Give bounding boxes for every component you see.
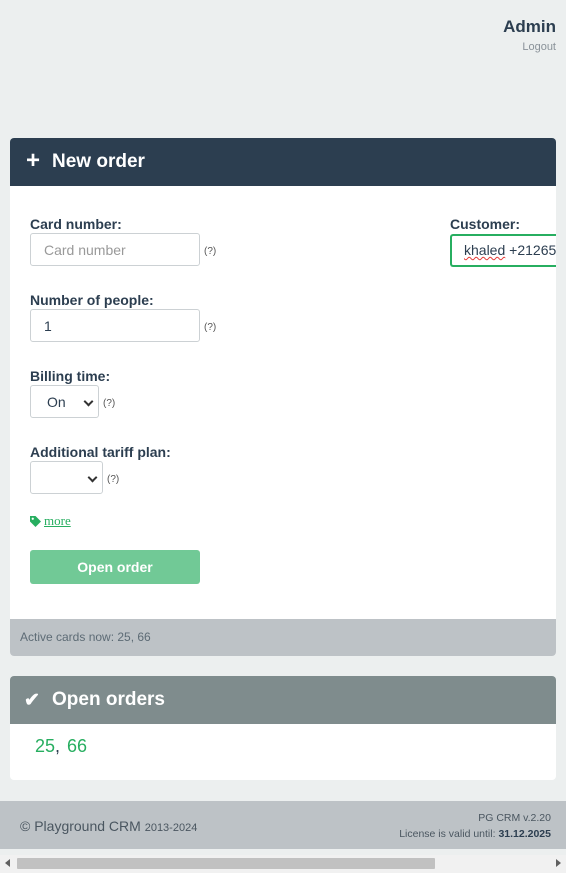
order-card-link[interactable]: 66	[67, 736, 87, 756]
order-card-link[interactable]: 25	[35, 736, 55, 756]
logout-link[interactable]: Logout	[522, 41, 556, 53]
chevron-down-icon	[83, 396, 94, 407]
tariff-label: Additional tariff plan:	[30, 444, 171, 460]
scrollbar-thumb[interactable]	[17, 858, 435, 869]
active-cards-status: Active cards now: 25, 66	[10, 619, 556, 656]
horizontal-scrollbar[interactable]	[0, 855, 566, 873]
version-label: PG CRM v.2.20	[478, 812, 551, 824]
billing-help[interactable]: (?)	[103, 398, 115, 409]
scroll-right-arrow-icon[interactable]	[556, 859, 561, 867]
scroll-left-arrow-icon[interactable]	[5, 859, 10, 867]
new-order-header: + New order	[10, 138, 556, 186]
user-name: Admin	[503, 17, 556, 36]
tariff-select[interactable]	[30, 461, 103, 494]
customer-input[interactable]: khaled +2126535	[450, 234, 556, 267]
chevron-down-icon	[87, 472, 98, 483]
card-number-help[interactable]: (?)	[204, 246, 216, 257]
customer-phone-text: +2126535	[509, 242, 556, 258]
customer-label: Customer:	[450, 216, 521, 232]
page-footer: © Playground CRM 2013-2024 PG CRM v.2.20…	[0, 801, 566, 849]
more-label: more	[44, 513, 71, 528]
check-icon: ✔	[24, 689, 40, 711]
copyright-years: 2013-2024	[144, 822, 198, 834]
new-order-panel: + New order Card number: (?) Customer: k…	[10, 138, 556, 656]
new-order-title: New order	[52, 151, 145, 172]
license-date: 31.12.2025	[498, 828, 551, 840]
copyright-text: © Playground CRM	[20, 818, 141, 834]
billing-selected: On	[47, 393, 66, 410]
open-orders-header: ✔ Open orders	[10, 676, 556, 724]
billing-label: Billing time:	[30, 368, 111, 384]
open-orders-panel: ✔ Open orders 25, 66	[10, 676, 556, 780]
more-link[interactable]: more	[30, 513, 71, 529]
plus-icon: +	[26, 146, 41, 174]
card-number-label: Card number:	[30, 216, 122, 232]
people-input[interactable]	[30, 309, 200, 342]
copyright: © Playground CRM 2013-2024	[20, 818, 197, 834]
order-separator: ,	[55, 736, 61, 756]
tag-icon	[30, 515, 41, 527]
card-number-input[interactable]	[30, 233, 200, 266]
billing-select[interactable]: On	[30, 385, 99, 418]
top-bar: Admin Logout	[0, 0, 566, 70]
open-orders-title: Open orders	[52, 689, 165, 710]
customer-name-text: khaled	[464, 242, 506, 258]
people-label: Number of people:	[30, 292, 154, 308]
people-help[interactable]: (?)	[204, 322, 216, 333]
license-info: License is valid until: 31.12.2025	[399, 828, 551, 840]
tariff-help[interactable]: (?)	[107, 474, 119, 485]
open-orders-list: 25, 66	[35, 736, 87, 757]
open-order-button[interactable]: Open order	[30, 550, 200, 584]
license-prefix: License is valid until:	[399, 828, 496, 840]
